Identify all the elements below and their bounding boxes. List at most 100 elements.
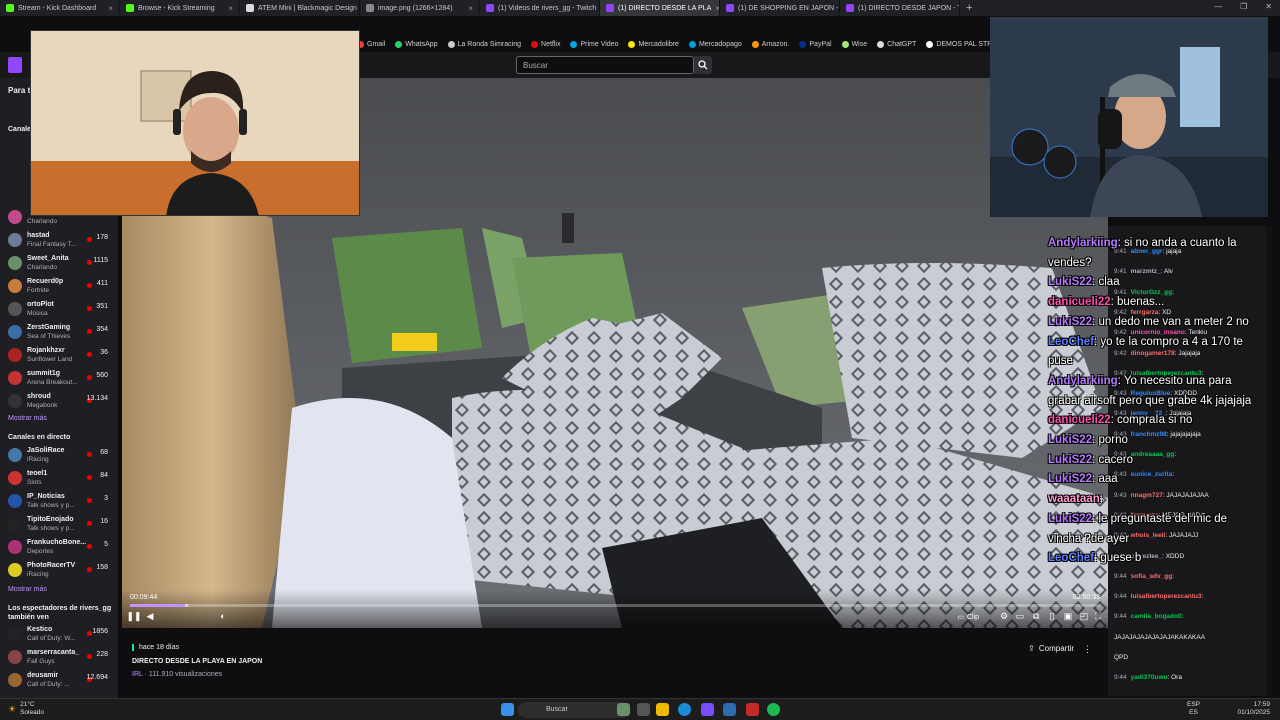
- overlay-chat-text: : aaa: [1092, 473, 1118, 486]
- sidebar-channel[interactable]: hastad Final Fantasy T... 178: [0, 229, 114, 251]
- bookmark-item[interactable]: PayPal: [799, 40, 832, 48]
- file-explorer-icon[interactable]: [656, 703, 669, 716]
- sidebar-channel[interactable]: PhotoRacerTV iRacing 158: [0, 559, 114, 581]
- chat-message: JAJAJAJAJAJAJAJAKAKAKAA: [1114, 634, 1205, 641]
- chat-username[interactable]: nnagm727: [1131, 492, 1163, 499]
- bookmark-item[interactable]: Netflix: [531, 40, 560, 48]
- maximize-icon[interactable]: ❐: [1240, 2, 1247, 11]
- chat-username[interactable]: camila_bogado0: [1131, 613, 1182, 620]
- captions-button[interactable]: ▭: [1014, 610, 1026, 622]
- popout-button[interactable]: ⧉: [1030, 610, 1042, 622]
- steam-icon[interactable]: [723, 703, 736, 716]
- bookmark-item[interactable]: Amazon.: [751, 40, 789, 48]
- chat-username[interactable]: luisalbertoperezcantu3: [1131, 593, 1202, 600]
- clip-button[interactable]: ▭ Clip: [952, 610, 984, 624]
- task-view-icon[interactable]: [637, 703, 650, 716]
- sidebar-channel[interactable]: ortoPlot Música 351: [0, 298, 114, 320]
- sidebar-channel[interactable]: ZerstGaming Sea of Thieves 354: [0, 321, 114, 343]
- chat-username[interactable]: VictorGzz_gg: [1131, 289, 1172, 296]
- bookmark-item[interactable]: Gmail: [357, 40, 385, 48]
- search-input[interactable]: Buscar: [516, 56, 694, 74]
- more-options-icon[interactable]: ⋮: [1083, 644, 1092, 655]
- browser-tab[interactable]: Browse - Kick Streaming ×: [120, 0, 240, 16]
- browser-tab[interactable]: (1) DIRECTO DESDE JAPON - Twi×: [840, 0, 960, 16]
- browser-tab[interactable]: (1) DIRECTO DESDE LA PLA ×: [600, 0, 720, 16]
- sidebar-channel[interactable]: deusamir Call of Duty: ... 12.694: [0, 669, 114, 691]
- bookmark-item[interactable]: La Ronda Simracing: [447, 40, 521, 48]
- search-button[interactable]: [694, 56, 712, 74]
- sidebar-channel[interactable]: teoel1 Slots 84: [0, 467, 114, 489]
- tab-label: Browse - Kick Streaming: [138, 4, 215, 12]
- pause-button[interactable]: ❚❚: [126, 610, 141, 622]
- sidebar-channel[interactable]: marserracanta_ Fall Guys 228: [0, 646, 114, 668]
- bookmark-item[interactable]: WhatsApp: [395, 40, 438, 48]
- theatre-button[interactable]: ▯: [1046, 610, 1058, 622]
- browser-tab[interactable]: image.png (1266×1284) ×: [360, 0, 480, 16]
- minimize-icon[interactable]: —: [1214, 2, 1222, 11]
- live-indicator-icon: [87, 452, 92, 457]
- fullscreen-button[interactable]: ⛶: [1092, 610, 1104, 622]
- bookmark-item[interactable]: ChatGPT: [877, 40, 916, 48]
- sidebar-channel[interactable]: TipitoEnojado Talk shows y p... 16: [0, 513, 114, 535]
- seek-progress: [130, 604, 186, 607]
- sidebar-channel[interactable]: Kestico Call of Duty: W... 1856: [0, 623, 114, 645]
- bookmark-item[interactable]: Prime Video: [570, 40, 618, 48]
- browser-tab[interactable]: ATEM Mini | Blackmagic Design×: [240, 0, 360, 16]
- bookmark-item[interactable]: Mercadopago: [688, 40, 742, 48]
- viewer-count: 158: [96, 564, 108, 571]
- chat-username[interactable]: dinogamer178: [1131, 350, 1175, 357]
- settings-button[interactable]: ⚙: [998, 610, 1010, 622]
- chat-username[interactable]: yadi370uwu: [1131, 674, 1168, 681]
- browser-tab[interactable]: (1) Videos de rivers_gg - Twitch×: [480, 0, 600, 16]
- language-indicator[interactable]: ESP ES: [1187, 701, 1200, 717]
- bookmark-icon: [628, 40, 636, 48]
- chat-username[interactable]: franchmz98: [1131, 431, 1167, 438]
- weather-widget[interactable]: ☀ 21°C Soleado: [8, 701, 44, 717]
- overlay-chat-text: vendes?: [1048, 256, 1092, 269]
- chat-username[interactable]: andreaaaa_gg: [1131, 451, 1175, 458]
- sidebar-channel[interactable]: IP_Noticias Talk shows y p... 3: [0, 490, 114, 512]
- spotify-icon[interactable]: [767, 703, 780, 716]
- browser-tab[interactable]: Stream - Kick Dashboard ×: [0, 0, 120, 16]
- chat-username[interactable]: eunice_zurita: [1131, 471, 1173, 478]
- sidebar-channel[interactable]: Rojankhzxr Sunflower Land 36: [0, 344, 114, 366]
- show-more-followed[interactable]: Mostrar más: [8, 415, 47, 422]
- chat-username[interactable]: sofia_sdv_gg: [1131, 573, 1173, 580]
- sidebar-channel[interactable]: Sweet_Anita Charlando 1115: [0, 252, 114, 274]
- new-tab-icon[interactable]: +: [960, 2, 978, 14]
- chat-scrollbar[interactable]: [1266, 226, 1272, 696]
- clock[interactable]: 17:59 01/10/2025: [1237, 701, 1270, 717]
- app-red-icon[interactable]: [746, 703, 759, 716]
- windows-start-icon[interactable]: [501, 703, 514, 716]
- bookmark-item[interactable]: Mercadolibre: [628, 40, 679, 48]
- chat-toggle-button[interactable]: ▣: [1062, 610, 1074, 622]
- sidebar-channel[interactable]: JaSoliRace iRacing 68: [0, 444, 114, 466]
- tab-close-icon[interactable]: ×: [108, 4, 113, 13]
- tab-label: (1) Videos de rivers_gg - Twitch: [498, 4, 597, 12]
- close-icon[interactable]: ✕: [1265, 2, 1272, 11]
- chat-username[interactable]: marzmtz_: [1131, 268, 1161, 275]
- browser-tab[interactable]: (1) DE SHOPPING EN JAPON - Tw×: [720, 0, 840, 16]
- show-more-live[interactable]: Mostrar más: [8, 586, 47, 593]
- seek-bar[interactable]: [130, 604, 1100, 607]
- twitch-logo-icon[interactable]: [8, 57, 22, 73]
- edge-icon[interactable]: [678, 703, 691, 716]
- sidebar-channel[interactable]: FrankuchoBone... Deportes 5: [0, 536, 114, 558]
- volume-slider-handle[interactable]: ◖: [216, 610, 228, 622]
- bookmark-item[interactable]: Wise: [841, 40, 867, 48]
- chat-username[interactable]: abner_ggr: [1131, 248, 1163, 255]
- bookmark-icon: [799, 40, 807, 48]
- app-icon[interactable]: [701, 703, 714, 716]
- tab-close-icon[interactable]: ×: [228, 4, 233, 13]
- sidebar-channel[interactable]: Recuerd0p Fortnite 411: [0, 275, 114, 297]
- volume-button[interactable]: ◀: [144, 610, 156, 622]
- pip-button[interactable]: ◰: [1078, 610, 1090, 622]
- chat-username[interactable]: whois_leeli: [1131, 532, 1166, 539]
- share-button[interactable]: ⇪ Compartir: [1028, 644, 1074, 653]
- widgets-icon[interactable]: [617, 703, 630, 716]
- video-category[interactable]: IRL: [132, 671, 143, 678]
- sidebar-channel[interactable]: summit1g Arena Breakout... 560: [0, 367, 114, 389]
- sidebar-channel[interactable]: shroud Megabonk 13.134: [0, 390, 114, 412]
- taskbar-search[interactable]: Buscar: [518, 702, 630, 718]
- tab-close-icon[interactable]: ×: [468, 4, 473, 13]
